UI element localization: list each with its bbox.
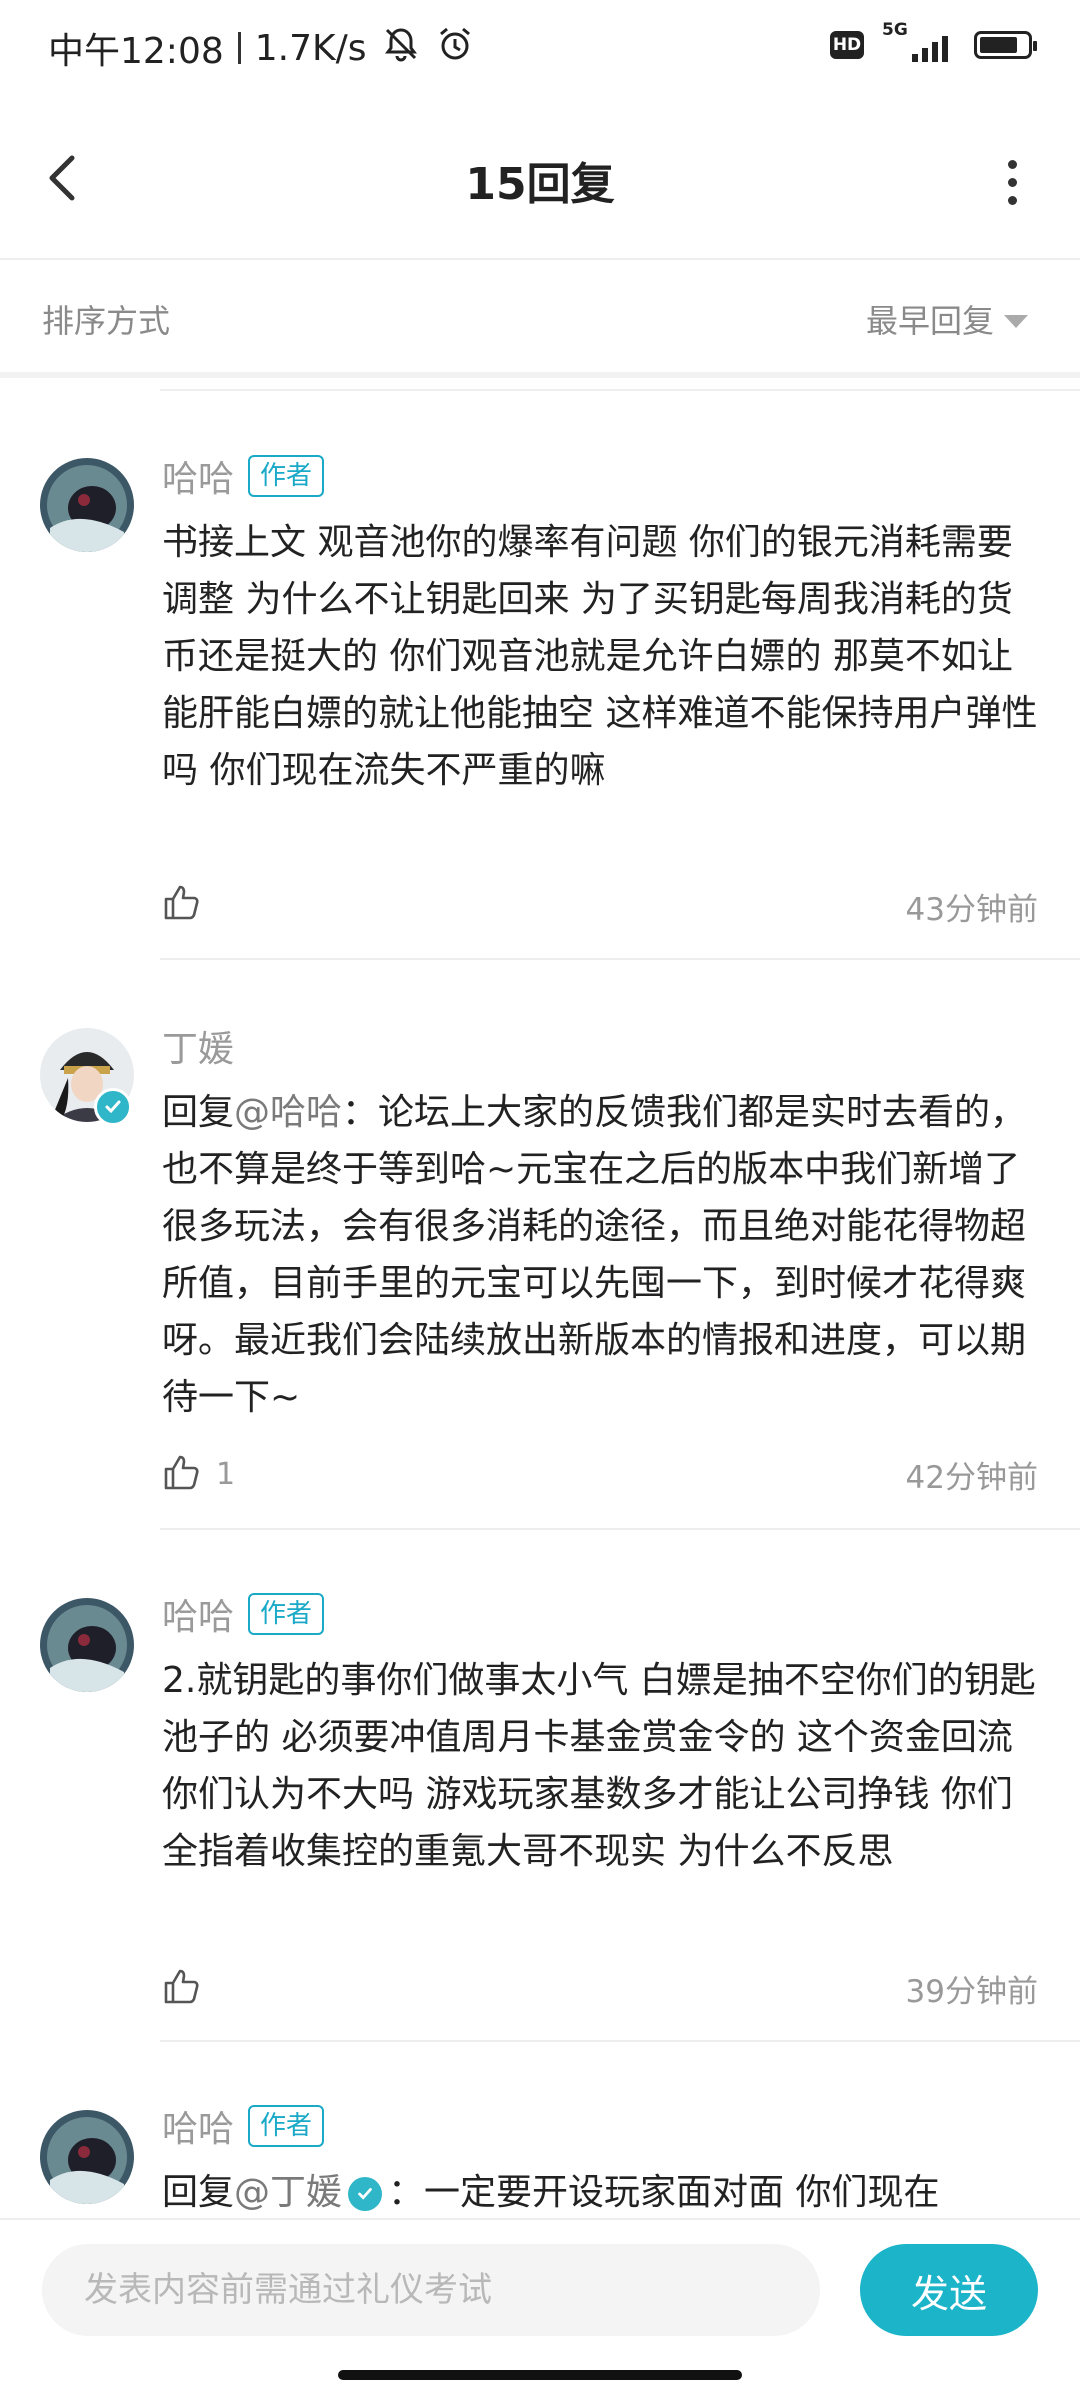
sort-value: 最早回复 <box>865 302 994 340</box>
like-button[interactable]: 1 <box>162 1452 235 1496</box>
mention-link[interactable]: @哈哈 <box>234 1092 342 1133</box>
status-time: 中午12:08 <box>48 31 224 72</box>
sort-dropdown[interactable]: 最早回复 <box>866 296 1028 342</box>
username[interactable]: 丁媛 <box>162 1020 234 1072</box>
comment-time: 43分钟前 <box>905 892 1038 928</box>
avatar[interactable] <box>40 2110 134 2204</box>
username[interactable]: 哈哈 <box>162 2100 234 2152</box>
comment-author-row: 哈哈 作者 <box>162 450 325 502</box>
avatar[interactable] <box>40 1598 134 1692</box>
home-indicator[interactable] <box>338 2370 742 2380</box>
thumbs-up-icon <box>162 1452 202 1496</box>
comment-text: 回复@丁媛 ：一定要开设玩家面对面 你们现在 <box>162 2164 1042 2221</box>
comment-divider <box>160 1528 1080 1530</box>
list-top-divider <box>160 389 1080 391</box>
caret-down-icon <box>1004 314 1028 328</box>
battery-icon <box>974 31 1037 59</box>
status-separator <box>237 32 241 64</box>
comment-divider <box>160 958 1080 960</box>
comment-time: 39分钟前 <box>905 1974 1038 2010</box>
like-count: 1 <box>216 1456 236 1492</box>
username[interactable]: 哈哈 <box>162 1588 234 1640</box>
author-badge: 作者 <box>248 1593 325 1635</box>
thumbs-up-icon <box>162 1966 202 2010</box>
thumbs-up-icon <box>162 882 202 926</box>
status-bar-left: 中午12:08 1.7K/s <box>48 22 475 74</box>
like-button[interactable] <box>162 1966 216 2010</box>
status-bar-right: HD 5G <box>830 20 1037 66</box>
author-badge: 作者 <box>248 455 325 497</box>
comment-input[interactable] <box>42 2244 820 2336</box>
more-vertical-icon[interactable] <box>1002 156 1022 206</box>
sort-divider <box>0 372 1080 378</box>
verified-check-icon <box>348 2177 383 2211</box>
comment-input-bar: 发送 <box>0 2218 1080 2362</box>
header: 15回复 <box>0 96 1080 258</box>
reply-prefix: 回复 <box>162 1092 235 1133</box>
author-badge: 作者 <box>248 2105 325 2147</box>
comment-text: 书接上文 观音池你的爆率有问题 你们的银元消耗需要调整 为什么不让钥匙回来 为了… <box>162 522 1038 791</box>
hd-icon: HD <box>830 31 864 59</box>
signal-icon: 5G <box>882 20 956 66</box>
comment-author-row: 哈哈 作者 <box>162 2100 325 2152</box>
comment-text: 2.就钥匙的事你们做事太小气 白嫖是抽不空你们的钥匙池子的 必须要冲值周月卡基金… <box>162 1660 1036 1872</box>
verified-check-icon <box>94 1088 132 1126</box>
network-type: 5G <box>882 20 908 40</box>
status-bar: 中午12:08 1.7K/s HD 5G <box>0 0 1080 96</box>
sort-label: 排序方式 <box>42 302 171 340</box>
username[interactable]: 哈哈 <box>162 450 234 502</box>
comment-time: 42分钟前 <box>905 1460 1038 1496</box>
page-title: 15回复 <box>465 159 615 210</box>
sort-bar: 排序方式 最早回复 <box>0 260 1080 372</box>
status-net-speed: 1.7K/s <box>254 27 367 69</box>
avatar[interactable] <box>40 458 134 552</box>
comment-divider <box>160 2040 1080 2042</box>
comment-author-row: 丁媛 <box>162 1020 234 1072</box>
reply-text: ：一定要开设玩家面对面 你们现在 <box>388 2172 940 2213</box>
mention-link[interactable]: @丁媛 <box>234 2172 342 2213</box>
comment-author-row: 哈哈 作者 <box>162 1588 325 1640</box>
bell-off-icon <box>381 24 421 73</box>
send-button[interactable]: 发送 <box>860 2244 1038 2336</box>
alarm-clock-icon <box>435 24 475 73</box>
reply-prefix: 回复 <box>162 2172 235 2213</box>
reply-text: ：论坛上大家的反馈我们都是实时去看的，也不算是终于等到哈~元宝在之后的版本中我们… <box>162 1092 1027 1418</box>
like-button[interactable] <box>162 882 216 926</box>
comment-text: 回复@哈哈：论坛上大家的反馈我们都是实时去看的，也不算是终于等到哈~元宝在之后的… <box>162 1084 1042 1426</box>
